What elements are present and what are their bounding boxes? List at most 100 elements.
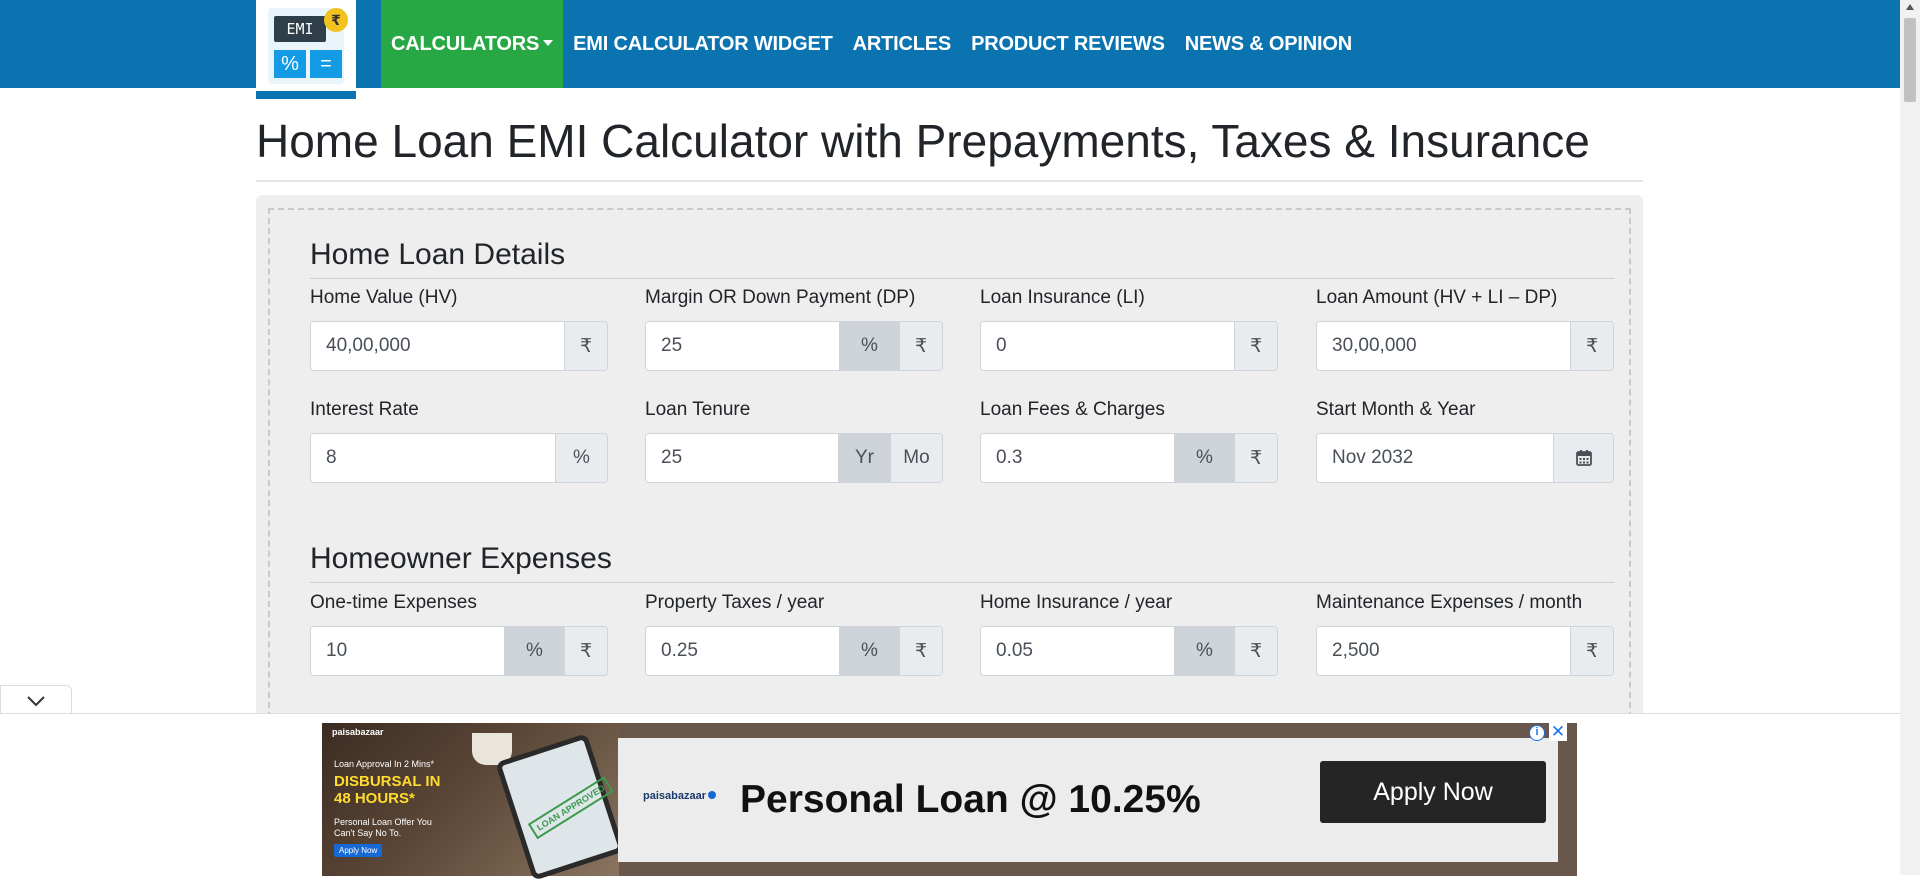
calculator-panel: Home Loan Details Home Value (HV) ₹ Marg… [256,195,1643,735]
field-interest-rate: Interest Rate % [310,399,608,483]
down-payment-label: Margin OR Down Payment (DP) [645,287,916,308]
ad-headline: DISBURSAL IN 48 HOURS* [334,773,441,807]
rupee-addon: ₹ [1570,322,1613,370]
home-insurance-group: % ₹ [980,626,1278,676]
top-navbar: EMI ₹ % = CALCULATORS EMI CALCULATOR WID… [0,0,1900,99]
percent-toggle-button[interactable]: % [504,627,564,675]
calendar-icon[interactable] [1553,434,1613,482]
logo-underline [256,91,356,99]
percent-toggle-button[interactable]: % [1174,434,1234,482]
field-loan-tenure: Loan Tenure Yr Mo [645,399,943,483]
field-loan-fees: Loan Fees & Charges % ₹ [980,399,1278,483]
phone-image: LOAN APPROVED [495,733,625,881]
equals-key-icon: = [310,50,342,78]
site-logo[interactable]: EMI ₹ % = [256,0,356,99]
calculator-form: Home Loan Details Home Value (HV) ₹ Marg… [268,208,1631,728]
nav-item-calculators[interactable]: CALCULATORS [381,0,564,88]
caret-down-icon [543,39,554,46]
ad-brand-small: paisabazaar [332,727,384,737]
percent-toggle-button[interactable]: % [839,322,899,370]
home-insurance-label: Home Insurance / year [980,592,1173,613]
loan-tenure-label: Loan Tenure [645,399,751,420]
percent-addon: % [555,434,607,482]
home-value-input[interactable] [311,322,564,370]
ad-logo-text: paisabazaar [643,790,706,802]
interest-rate-group: % [310,433,608,483]
percent-toggle-button[interactable]: % [839,627,899,675]
down-payment-group: % ₹ [645,321,943,371]
ad-content-panel: paisabazaar Personal Loan @ 10.25% Apply… [618,738,1558,862]
nav-item-label: CALCULATORS [391,33,540,55]
nav-item-articles[interactable]: ARTICLES [843,0,961,88]
ad-subtext: Personal Loan Offer You Can't Say No To. [334,817,432,838]
field-loan-amount: Loan Amount (HV + LI – DP) ₹ [1316,287,1614,371]
page-title: Home Loan EMI Calculator with Prepayment… [256,114,1643,182]
field-one-time-expenses: One-time Expenses % ₹ [310,592,608,676]
field-home-value: Home Value (HV) ₹ [310,287,608,371]
rupee-toggle-button[interactable]: ₹ [1234,434,1277,482]
main-nav: CALCULATORS EMI CALCULATOR WIDGET ARTICL… [381,0,1362,88]
loan-amount-group: ₹ [1316,321,1614,371]
ad-apply-small-button[interactable]: Apply Now [334,844,383,857]
down-payment-input[interactable] [646,322,839,370]
rupee-toggle-button[interactable]: ₹ [564,627,607,675]
rupee-addon: ₹ [564,322,607,370]
nav-item-emi-calculator-widget[interactable]: EMI CALCULATOR WIDGET [563,0,842,88]
start-month-label: Start Month & Year [1316,399,1476,420]
field-property-taxes: Property Taxes / year % ₹ [645,592,943,676]
ad-logo: paisabazaar [643,790,716,802]
maintenance-expenses-input[interactable] [1317,627,1570,675]
scroll-up-arrow-icon[interactable] [1906,4,1914,10]
loan-insurance-input[interactable] [981,322,1234,370]
rupee-addon: ₹ [1234,322,1277,370]
ad-close-icon[interactable]: ✕ [1549,723,1567,741]
home-value-group: ₹ [310,321,608,371]
field-start-month: Start Month & Year [1316,399,1614,483]
scroll-thumb[interactable] [1904,18,1916,102]
nav-item-product-reviews[interactable]: PRODUCT REVIEWS [961,0,1175,88]
rupee-toggle-button[interactable]: ₹ [899,627,942,675]
percent-key-icon: % [274,50,306,78]
loan-fees-group: % ₹ [980,433,1278,483]
ad-collapse-button[interactable] [0,685,72,715]
loan-amount-label: Loan Amount (HV + LI – DP) [1316,287,1558,308]
property-taxes-label: Property Taxes / year [645,592,825,613]
ad-info-icon[interactable]: i [1529,725,1545,741]
loan-fees-input[interactable] [981,434,1174,482]
loan-insurance-label: Loan Insurance (LI) [980,287,1145,308]
field-home-insurance: Home Insurance / year % ₹ [980,592,1278,676]
rupee-toggle-button[interactable]: ₹ [899,322,942,370]
field-maintenance-expenses: Maintenance Expenses / month ₹ [1316,592,1614,676]
start-month-input[interactable] [1317,434,1553,482]
loan-tenure-input[interactable] [646,434,838,482]
loan-approved-stamp: LOAN APPROVED [527,776,614,840]
property-taxes-input[interactable] [646,627,839,675]
loan-fees-label: Loan Fees & Charges [980,399,1165,420]
home-value-label: Home Value (HV) [310,287,458,308]
section-title-loan-details: Home Loan Details [310,238,1615,279]
years-toggle-button[interactable]: Yr [838,434,890,482]
calendar-glyph [1575,450,1592,466]
field-loan-insurance: Loan Insurance (LI) ₹ [980,287,1278,371]
percent-toggle-button[interactable]: % [1174,627,1234,675]
loan-amount-input[interactable] [1317,322,1570,370]
page-scrollbar[interactable] [1900,0,1920,875]
one-time-expenses-label: One-time Expenses [310,592,477,613]
loan-insurance-group: ₹ [980,321,1278,371]
ad-apply-now-button[interactable]: Apply Now [1320,761,1546,823]
rupee-coin-icon: ₹ [324,8,348,32]
start-month-group [1316,433,1614,483]
ad-banner[interactable]: LOAN APPROVED paisabazaar Loan Approval … [322,723,1577,881]
nav-item-news-opinion[interactable]: NEWS & OPINION [1175,0,1362,88]
bottom-ad-container: LOAN APPROVED paisabazaar Loan Approval … [0,713,1900,881]
chevron-down-icon [27,695,45,706]
ad-main-text: Personal Loan @ 10.25% [740,778,1201,821]
interest-rate-input[interactable] [311,434,555,482]
home-insurance-input[interactable] [981,627,1174,675]
months-toggle-button[interactable]: Mo [890,434,942,482]
one-time-expenses-group: % ₹ [310,626,608,676]
interest-rate-label: Interest Rate [310,399,419,420]
one-time-expenses-input[interactable] [311,627,504,675]
rupee-toggle-button[interactable]: ₹ [1234,627,1277,675]
maintenance-expenses-label: Maintenance Expenses / month [1316,592,1583,613]
